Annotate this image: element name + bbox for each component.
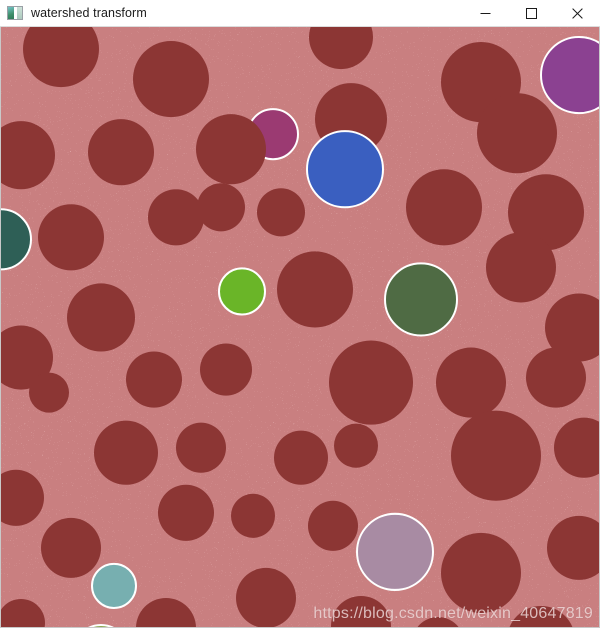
segment-circle: [436, 347, 506, 418]
segment-circle: [477, 93, 557, 174]
close-button[interactable]: [554, 0, 600, 27]
minimize-button[interactable]: [462, 0, 508, 27]
segment-circle: [218, 267, 266, 316]
segment-circle: [356, 512, 434, 591]
segment-circle: [486, 232, 556, 303]
segment-circle: [277, 251, 353, 328]
segment-circle: [200, 343, 252, 396]
segment-circle: [176, 422, 226, 473]
close-icon: [571, 7, 583, 19]
segment-circle: [126, 351, 182, 408]
window-title: watershed transform: [31, 6, 147, 20]
segment-circle: [158, 484, 214, 541]
segment-circle: [306, 130, 384, 209]
segment-circle: [148, 189, 204, 246]
segment-circle: [41, 517, 101, 578]
segment-circle: [91, 562, 137, 609]
segment-circle: [329, 340, 413, 425]
maximize-icon: [525, 7, 537, 19]
segment-circle: [88, 119, 154, 186]
segment-circle: [257, 188, 305, 237]
maximize-button[interactable]: [508, 0, 554, 27]
segment-circle: [334, 423, 378, 468]
watershed-segmentation-image: [1, 27, 599, 627]
segment-circle: [451, 410, 541, 501]
segment-circle: [406, 169, 482, 246]
image-thumbnail-icon: [7, 6, 23, 20]
segment-circle: [133, 41, 209, 118]
segment-circle: [384, 262, 458, 337]
segment-circle: [197, 183, 245, 232]
segment-circle: [526, 347, 586, 408]
segment-circle: [441, 532, 521, 613]
segment-circle: [274, 430, 328, 485]
image-canvas[interactable]: https://blog.csdn.net/weixin_40647819: [0, 27, 600, 628]
title-bar: watershed transform: [0, 0, 600, 27]
segment-circle: [196, 114, 266, 185]
minimize-icon: [480, 12, 490, 14]
application-window: watershed transform https://blog.csdn.ne…: [0, 0, 600, 628]
segment-circle: [308, 500, 358, 551]
window-controls: [462, 0, 600, 27]
segment-circle: [231, 493, 275, 538]
segment-circle: [67, 283, 135, 352]
segment-circle: [236, 567, 296, 627]
segment-circle: [29, 372, 69, 413]
segment-circle: [94, 420, 158, 485]
segment-circle: [38, 204, 104, 271]
